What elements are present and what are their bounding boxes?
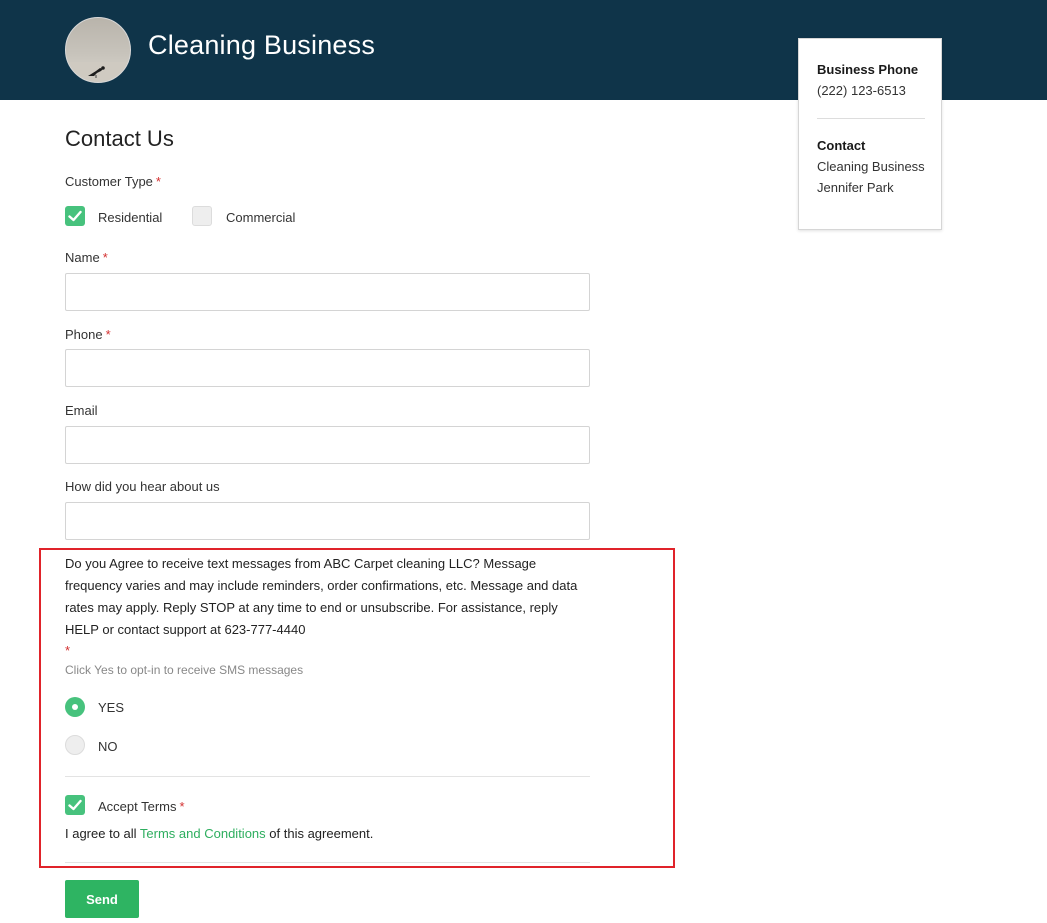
accept-terms-label[interactable]: Accept Terms * (98, 799, 185, 814)
contact-person: Jennifer Park (817, 180, 894, 195)
required-mark: * (179, 799, 185, 814)
sms-yes-radio[interactable] (65, 697, 85, 717)
name-input[interactable] (65, 273, 590, 311)
accept-terms-label-text[interactable]: Accept Terms (98, 799, 177, 814)
seagull-photo-icon (66, 62, 130, 82)
required-mark: * (102, 250, 108, 265)
referral-input[interactable] (65, 502, 590, 540)
name-label: Name * (65, 250, 108, 265)
terms-and-conditions-link[interactable]: Terms and Conditions (140, 826, 266, 841)
sms-no-label[interactable]: NO (98, 739, 118, 754)
contact-label: Contact (817, 138, 866, 153)
required-mark: * (155, 174, 161, 189)
brand-title: Cleaning Business (148, 30, 376, 60)
customer-type-label: Customer Type * (65, 174, 161, 189)
check-icon (68, 210, 82, 222)
required-mark: * (105, 327, 111, 342)
name-label-text: Name (65, 250, 100, 265)
terms-text-after: of this agreement. (265, 826, 374, 841)
business-phone-value: (222) 123-6513 (817, 83, 906, 98)
email-label: Email (65, 403, 98, 418)
card-divider (817, 118, 925, 119)
referral-label: How did you hear about us (65, 479, 220, 494)
sms-required-mark: * (65, 643, 71, 658)
sms-yes-label[interactable]: YES (98, 700, 124, 715)
business-avatar (65, 17, 131, 83)
page-title: Contact Us (65, 126, 174, 151)
send-button[interactable]: Send (65, 880, 139, 918)
sms-opt-in-hint: Click Yes to opt-in to receive SMS messa… (65, 663, 304, 677)
phone-input[interactable] (65, 349, 590, 387)
contact-company: Cleaning Business (817, 159, 925, 174)
terms-text-before: I agree to all (65, 826, 140, 841)
business-phone-label: Business Phone (817, 62, 919, 77)
phone-label-text: Phone (65, 327, 103, 342)
business-info-card: Business Phone (222) 123-6513 Contact Cl… (798, 38, 942, 230)
email-input[interactable] (65, 426, 590, 464)
commercial-label[interactable]: Commercial (226, 210, 295, 225)
terms-agreement-text: I agree to all Terms and Conditions of t… (65, 826, 373, 841)
phone-label: Phone * (65, 327, 111, 342)
check-icon (68, 799, 82, 811)
customer-type-label-text: Customer Type (65, 174, 153, 189)
accept-terms-checkbox[interactable] (65, 795, 85, 815)
commercial-checkbox[interactable] (192, 206, 212, 226)
sms-consent-text: Do you Agree to receive text messages fr… (65, 556, 578, 637)
residential-label[interactable]: Residential (98, 210, 162, 225)
sms-no-radio[interactable] (65, 735, 85, 755)
section-divider (65, 862, 590, 863)
section-divider (65, 776, 590, 777)
residential-checkbox[interactable] (65, 206, 85, 226)
